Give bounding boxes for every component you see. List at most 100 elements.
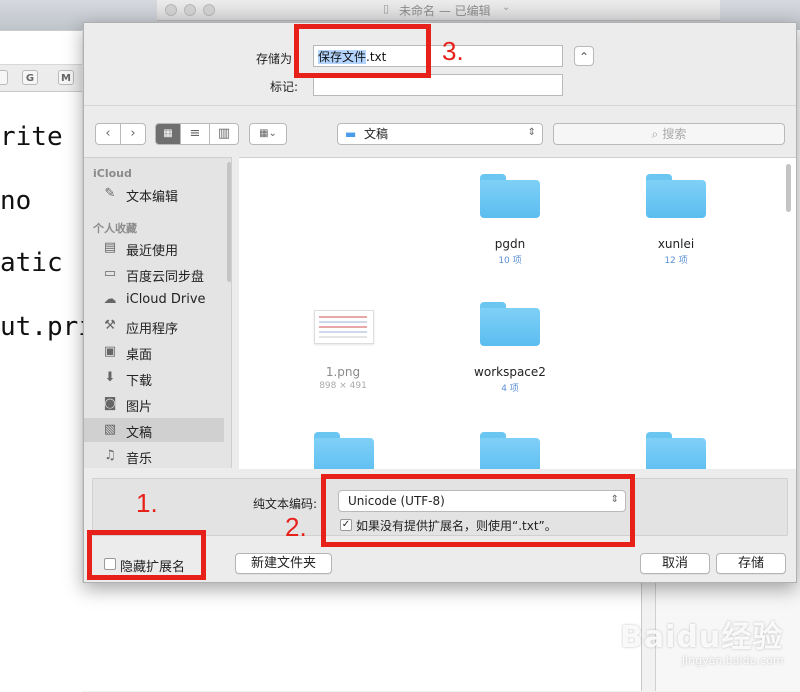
- watermark: Baidu经验 jingyan.baidu.com: [612, 600, 797, 680]
- search-placeholder: 搜索: [662, 127, 687, 141]
- toolbar-g-icon[interactable]: G: [22, 70, 38, 85]
- code-line: ut.pri: [0, 312, 94, 342]
- sidebar-item-label: 图片: [126, 400, 153, 415]
- file-meta: 898 × 491: [319, 381, 367, 391]
- background-window-titlebar: ▯ 未命名 — 已编辑 ⌄: [157, 0, 720, 21]
- sidebar-item-label: 文稿: [126, 426, 153, 441]
- sidebar-item-applications[interactable]: ⚒ 应用程序: [84, 314, 224, 338]
- camera-icon: ◙: [103, 396, 117, 411]
- sidebar-item-label: 最近使用: [126, 244, 179, 259]
- sidebar-item-downloads[interactable]: ⬇ 下载: [84, 366, 224, 390]
- sidebar-item-label: 文本编辑: [126, 190, 179, 205]
- cloud-icon: ☁: [103, 292, 117, 307]
- documents-icon: ▧: [103, 422, 117, 437]
- arrange-icon: ▦⌄: [259, 128, 277, 139]
- sidebar-scrollbar[interactable]: [227, 162, 231, 282]
- folder-icon[interactable]: [480, 174, 540, 218]
- list-view-button[interactable]: ≡: [180, 123, 210, 145]
- chevron-right-icon: ›: [130, 126, 136, 141]
- close-dot[interactable]: [165, 4, 177, 16]
- sidebar-item-music[interactable]: ♫ 音乐: [84, 444, 224, 468]
- recents-icon: ▤: [103, 240, 117, 255]
- file-meta: 12 项: [664, 256, 688, 266]
- updown-icon: ⇕: [527, 127, 536, 138]
- sidebar-item-baidu-sync[interactable]: ▭ 百度云同步盘: [84, 262, 224, 286]
- search-icon: ⌕: [651, 127, 659, 141]
- icon-view-button[interactable]: ▦: [155, 123, 181, 145]
- sidebar-item-label: 应用程序: [126, 322, 179, 337]
- file-browser: pgdn 10 项 xunlei 12 项 1.png 898 × 491 wo…: [239, 157, 796, 469]
- applications-icon: ⚒: [104, 318, 116, 333]
- annotation-box-2: [321, 474, 635, 547]
- sidebar-item-label: 桌面: [126, 348, 153, 363]
- location-label: 文稿: [364, 127, 389, 141]
- file-meta: 4 项: [501, 384, 519, 394]
- code-line: atic: [0, 248, 63, 278]
- folder-icon[interactable]: [480, 302, 540, 346]
- image-thumbnail[interactable]: [314, 310, 374, 344]
- search-field[interactable]: ⌕ 搜索: [553, 123, 785, 145]
- sidebar-item-documents[interactable]: ▧ 文稿: [84, 418, 224, 442]
- sidebar-item-label: 百度云同步盘: [126, 270, 205, 285]
- file-name[interactable]: 1.png: [283, 365, 403, 379]
- folder-icon: ▬: [345, 127, 357, 141]
- columns-icon: ▥: [217, 126, 231, 141]
- sidebar-item-textedit[interactable]: ✎ 文本编辑: [84, 182, 224, 206]
- folder-icon[interactable]: [646, 174, 706, 218]
- annotation-label-3: 3.: [442, 36, 464, 66]
- sidebar-item-icloud-drive[interactable]: ☁ iCloud Drive: [84, 288, 224, 312]
- expand-dialog-button[interactable]: ⌃: [574, 46, 594, 66]
- sidebar-item-label: 下载: [126, 374, 153, 389]
- document-icon: ▯: [383, 2, 390, 15]
- annotation-box-1: [87, 530, 206, 580]
- cancel-button[interactable]: 取消: [640, 553, 710, 574]
- zoom-dot[interactable]: [203, 4, 215, 16]
- file-name[interactable]: workspace2: [450, 365, 570, 379]
- folder-icon[interactable]: [646, 432, 706, 469]
- annotation-box-3: [294, 24, 431, 78]
- sidebar-header-favorites: 个人收藏: [93, 222, 137, 235]
- arrange-button[interactable]: ▦⌄: [249, 123, 287, 145]
- tags-label: 标记:: [270, 80, 299, 94]
- file-meta: 10 项: [498, 256, 522, 266]
- music-icon: ♫: [104, 448, 116, 463]
- background-toolbar: G M: [0, 64, 82, 92]
- annotation-label-1: 1.: [136, 488, 158, 518]
- list-icon: ≡: [189, 126, 201, 141]
- background-document-area: [82, 583, 642, 691]
- back-button[interactable]: ‹: [95, 123, 121, 145]
- sidebar-item-pictures[interactable]: ◙ 图片: [84, 392, 224, 416]
- folder-icon[interactable]: [314, 432, 374, 469]
- folder-icon[interactable]: [480, 432, 540, 469]
- chevron-left-icon: ‹: [105, 126, 111, 141]
- save-button[interactable]: 存储: [716, 553, 786, 574]
- watermark-brand: Baidu经验: [620, 620, 784, 655]
- annotation-label-2: 2.: [285, 512, 307, 542]
- toolbar-m-icon[interactable]: M: [58, 70, 74, 85]
- grid-icon: ▦: [163, 128, 173, 139]
- save-as-label: 存储为: [256, 52, 293, 66]
- window-title: 未命名 — 已编辑: [399, 4, 491, 18]
- sidebar: iCloud ✎ 文本编辑 个人收藏 ▤ 最近使用 ▭ 百度云同步盘 ☁ iCl…: [84, 157, 232, 468]
- code-line: rite: [0, 122, 63, 152]
- textedit-icon: ✎: [104, 186, 116, 201]
- download-icon: ⬇: [104, 370, 116, 385]
- desktop-icon: ▣: [103, 344, 117, 359]
- minimize-dot[interactable]: [184, 4, 196, 16]
- sidebar-item-recents[interactable]: ▤ 最近使用: [84, 236, 224, 260]
- sidebar-item-label: 音乐: [126, 452, 153, 467]
- sidebar-item-label: iCloud Drive: [126, 292, 206, 307]
- folder-icon: ▭: [103, 266, 117, 281]
- file-name[interactable]: pgdn: [450, 237, 570, 251]
- toolbar-button-partial[interactable]: [0, 70, 8, 85]
- chevron-down-icon[interactable]: ⌄: [502, 2, 510, 13]
- forward-button[interactable]: ›: [120, 123, 146, 145]
- location-popup[interactable]: ▬ 文稿 ⇕: [337, 123, 543, 145]
- file-browser-scrollbar[interactable]: [786, 164, 791, 212]
- chevron-up-icon: ⌃: [578, 50, 590, 64]
- code-line: no: [0, 186, 32, 216]
- new-folder-button[interactable]: 新建文件夹: [235, 553, 332, 574]
- sidebar-item-desktop[interactable]: ▣ 桌面: [84, 340, 224, 364]
- file-name[interactable]: xunlei: [616, 237, 736, 251]
- column-view-button[interactable]: ▥: [209, 123, 239, 145]
